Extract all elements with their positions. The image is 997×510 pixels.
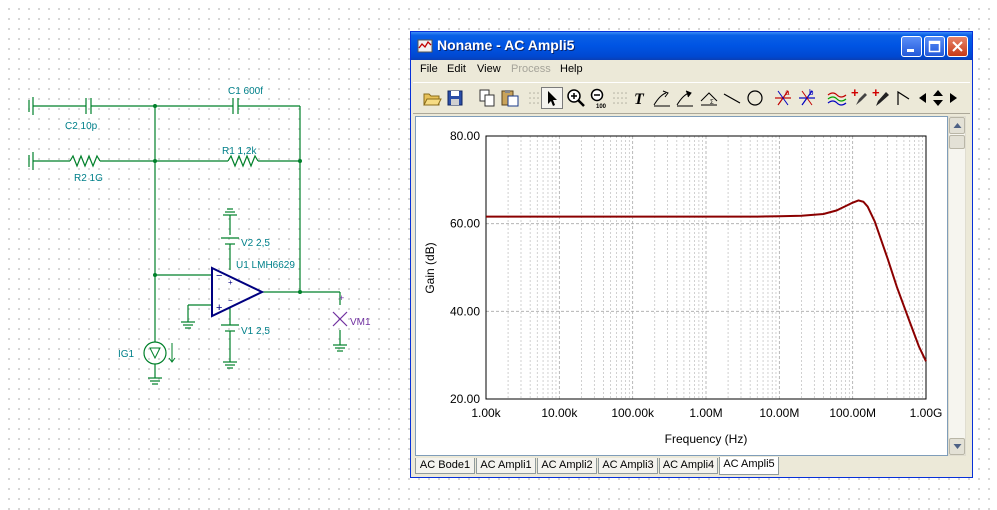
label-u1: U1 LMH6629: [236, 260, 295, 271]
marker-b-icon[interactable]: b: [796, 87, 818, 109]
close-button[interactable]: [947, 36, 968, 57]
copy-icon[interactable]: [476, 87, 498, 109]
curves-icon[interactable]: [826, 87, 848, 109]
y-tick-label: 20.00: [450, 392, 480, 406]
tab-strip: AC Bode1 AC Ampli1 AC Ampli2 AC Ampli3 A…: [415, 457, 968, 475]
vertical-scrollbar[interactable]: [948, 116, 966, 456]
tab-ac-ampli4[interactable]: AC Ampli4: [659, 458, 718, 474]
menu-edit[interactable]: Edit: [447, 63, 466, 75]
arrow-up-icon: [953, 123, 962, 128]
text-icon[interactable]: T: [629, 87, 651, 109]
add-point-icon[interactable]: +: [850, 87, 872, 109]
paste-icon[interactable]: [499, 87, 521, 109]
cursor-c-icon[interactable]: Σ: [698, 87, 720, 109]
menu-process: Process: [511, 63, 551, 75]
cursor-b-icon[interactable]: [674, 87, 696, 109]
arrow-down-icon: [953, 444, 962, 449]
svg-text:b: b: [809, 88, 814, 97]
menu-view[interactable]: View: [477, 63, 501, 75]
circle-icon[interactable]: [744, 87, 766, 109]
window-title: Noname - AC Ampli5: [437, 37, 575, 53]
maximize-icon: [928, 40, 941, 53]
toolbar: 100 T Σ a b + +: [413, 82, 970, 114]
tab-ac-bode1[interactable]: AC Bode1: [415, 458, 475, 474]
open-folder-icon[interactable]: [421, 87, 443, 109]
label-r1: R1 1,2k: [222, 146, 257, 157]
close-icon: [952, 41, 963, 52]
line-icon[interactable]: [721, 87, 743, 109]
x-tick-label: 1.00k: [471, 406, 501, 420]
tab-ac-ampli3[interactable]: AC Ampli3: [598, 458, 658, 474]
x-tick-label: 10.00M: [759, 406, 799, 420]
add-pen-icon[interactable]: +: [871, 87, 893, 109]
scroll-up-button[interactable]: [949, 117, 965, 134]
svg-text:+: +: [339, 293, 344, 303]
scroll-left-icon[interactable]: [916, 87, 930, 109]
zoom-in-icon[interactable]: [565, 87, 587, 109]
label-v2: V2 2,5: [241, 238, 270, 249]
voltmeter-symbol[interactable]: [332, 311, 348, 327]
y-tick-label: 60.00: [450, 217, 480, 231]
schematic-canvas[interactable]: − + + − + C1 600f C2 10p R1 1,2k R2 1G V…: [0, 0, 410, 510]
label-r2: R2 1G: [74, 173, 103, 184]
minimize-button[interactable]: [901, 36, 922, 57]
y-tick-label: 80.00: [450, 129, 480, 143]
pointer-icon[interactable]: [541, 87, 563, 109]
svg-text:+: +: [216, 302, 222, 314]
diagram-window[interactable]: Noname - AC Ampli5 File Edit View Proces…: [410, 31, 973, 478]
scroll-updown-icon[interactable]: [930, 87, 946, 109]
menu-file[interactable]: File: [420, 63, 438, 75]
zoom-100-icon[interactable]: 100: [588, 87, 610, 109]
maximize-button[interactable]: [924, 36, 945, 57]
x-tick-label: 100.00k: [611, 406, 655, 420]
bode-gain-chart[interactable]: 80.00 60.00 40.00 20.00 1.00k 10.00k 100.00k 1…: [416, 117, 947, 455]
chart-area[interactable]: 80.00 60.00 40.00 20.00 1.00k 10.00k 100.00k 1…: [415, 116, 948, 456]
svg-text:+: +: [228, 278, 233, 287]
axis-icon[interactable]: [894, 87, 916, 109]
title-bar[interactable]: Noname - AC Ampli5: [411, 32, 972, 60]
x-tick-label: 1.00G: [910, 406, 943, 420]
tab-ac-ampli1[interactable]: AC Ampli1: [476, 458, 536, 474]
label-c1: C1 600f: [228, 86, 263, 97]
label-v1: V1 2,5: [241, 326, 270, 337]
scroll-right-icon[interactable]: [946, 87, 960, 109]
svg-text:100: 100: [596, 104, 607, 109]
label-ig1: IG1: [118, 349, 135, 360]
save-icon[interactable]: [444, 87, 466, 109]
x-axis-label: Frequency (Hz): [665, 432, 748, 446]
app-icon: [417, 39, 433, 53]
y-tick-label: 40.00: [450, 304, 480, 318]
svg-text:+: +: [872, 87, 880, 100]
label-c2: C2 10p: [65, 121, 98, 132]
y-axis-label: Gain (dB): [423, 242, 437, 293]
cursor-a-icon[interactable]: [651, 87, 673, 109]
x-tick-label: 100.00M: [829, 406, 876, 420]
marker-a-icon[interactable]: a: [772, 87, 794, 109]
scroll-down-button[interactable]: [949, 438, 965, 455]
label-vm1: VM1: [350, 317, 371, 328]
scroll-thumb[interactable]: [949, 135, 965, 149]
menu-help[interactable]: Help: [560, 63, 583, 75]
minimize-icon: [907, 49, 914, 52]
menu-bar: File Edit View Process Help: [411, 60, 972, 80]
current-source-symbol[interactable]: [143, 341, 167, 365]
tab-ac-ampli2[interactable]: AC Ampli2: [537, 458, 597, 474]
svg-text:a: a: [785, 88, 790, 97]
svg-text:−: −: [228, 296, 233, 305]
svg-text:Σ: Σ: [710, 100, 714, 106]
x-tick-label: 10.00k: [541, 406, 578, 420]
grid-icon-2: [609, 87, 631, 109]
svg-text:T: T: [634, 91, 645, 108]
svg-text:+: +: [851, 87, 859, 100]
svg-text:−: −: [216, 270, 222, 282]
tab-ac-ampli5[interactable]: AC Ampli5: [719, 457, 779, 475]
x-tick-label: 1.00M: [689, 406, 722, 420]
